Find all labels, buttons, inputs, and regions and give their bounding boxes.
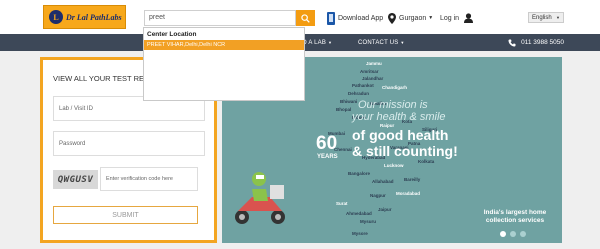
search-icon: [301, 13, 310, 23]
nav-item-book-lab[interactable]: O A LAB ▼: [302, 34, 332, 51]
city-label: Pathankot: [352, 83, 374, 88]
phone-icon: [327, 11, 335, 25]
promo-line-2: collection services: [485, 217, 545, 224]
city-label: Kolkata: [418, 159, 435, 164]
location-pin-icon: [388, 12, 396, 24]
language-selected: English: [532, 14, 552, 21]
call-icon: [508, 39, 516, 46]
promo-text: India's largest home collection services: [470, 209, 560, 225]
carousel-dot-1[interactable]: [500, 231, 506, 237]
city-label: Ahmedabad: [346, 211, 372, 216]
suggestion-heading: Center Location: [147, 31, 197, 38]
chevron-down-icon: ▼: [556, 15, 560, 20]
nav-item-contact-us[interactable]: CONTACT US ▼: [358, 34, 405, 51]
submit-button[interactable]: SUBMIT: [53, 206, 198, 224]
download-app-link[interactable]: Download App: [327, 10, 383, 26]
city-label: Jalandhar: [362, 76, 384, 81]
carousel-dot-2[interactable]: [510, 231, 516, 237]
city-label: Lucknow: [384, 163, 404, 168]
download-app-label: Download App: [338, 14, 384, 22]
login-label: Log in: [440, 14, 460, 22]
chevron-down-icon: ▼: [428, 15, 434, 21]
search-suggestions: Center Location PREET VIHAR,Delhi,Delhi …: [143, 27, 305, 101]
language-select[interactable]: English ▼: [528, 12, 564, 23]
logo-text: Dr Lal PathLabs: [66, 12, 122, 22]
location-selector[interactable]: Gurgaon ▼: [388, 10, 433, 26]
city-label: Bhiwani: [340, 99, 358, 104]
scooter-delivery-illustration: [235, 172, 285, 224]
captcha-image: QWGUSV: [53, 170, 98, 189]
search-input[interactable]: preet: [144, 10, 296, 26]
city-label: Mysore: [352, 231, 368, 236]
banner-line-3: of good health: [352, 127, 449, 143]
logo-emblem-icon: L: [49, 10, 63, 24]
banner-line-4: & still counting!: [352, 143, 458, 159]
chevron-down-icon: ▼: [327, 40, 333, 45]
city-label: Jaipur: [378, 207, 392, 212]
chevron-down-icon: ▼: [400, 40, 405, 45]
location-label: Gurgaon: [399, 14, 427, 22]
banner-line-2: your health & smile: [352, 111, 446, 123]
carousel-dot-3[interactable]: [520, 231, 526, 237]
nav-item-label: CONTACT US: [358, 40, 399, 46]
city-label: Mysuru: [360, 219, 377, 224]
helpline-number[interactable]: 011 3988 5050: [508, 34, 564, 51]
city-label: Moradabad: [396, 191, 421, 196]
city-label: Bareilly: [404, 177, 421, 182]
banner-years-label: YEARS: [317, 154, 338, 160]
captcha-input[interactable]: Enter verification code here: [100, 167, 198, 191]
banner-line-1: Our mission is: [358, 99, 428, 111]
city-label: Bangalore: [348, 171, 371, 176]
city-label: Allahabad: [372, 179, 394, 184]
city-label: Chandigarh: [382, 85, 408, 90]
city-label: Jammu: [366, 61, 382, 66]
city-label: Nagpur: [370, 193, 386, 198]
city-label: Surat: [336, 201, 348, 206]
city-label: Dehradun: [348, 91, 370, 96]
promo-line-1: India's largest home: [483, 209, 547, 216]
carousel-dots: [500, 231, 526, 237]
suggestion-item[interactable]: PREET VIHAR,Delhi,Delhi NCR: [144, 40, 304, 50]
password-input[interactable]: Password: [53, 131, 205, 156]
brand-logo[interactable]: L Dr Lal PathLabs: [43, 5, 126, 29]
banner-years-number: 60: [316, 133, 338, 154]
search-button[interactable]: [296, 10, 315, 26]
user-icon: [464, 13, 474, 23]
nav-item-label: O A LAB: [302, 40, 327, 46]
city-label: Bhopal: [336, 107, 352, 112]
helpline-label: 011 3988 5050: [521, 39, 564, 46]
city-label: Amritsar: [360, 69, 379, 74]
login-link[interactable]: Log in: [440, 10, 474, 26]
